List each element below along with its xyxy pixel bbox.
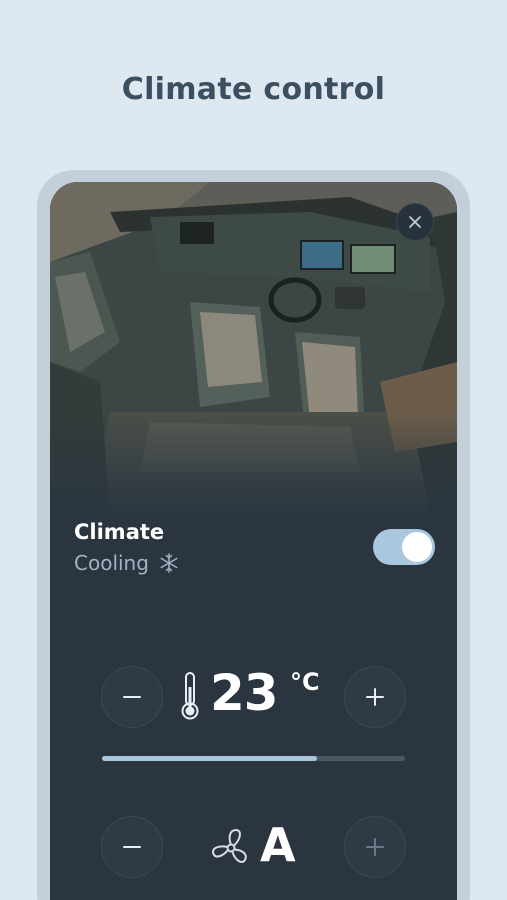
temperature-increase-button[interactable]: [344, 666, 406, 728]
close-button[interactable]: [396, 203, 434, 241]
climate-screen: Climate Cooling 23 °C A: [50, 182, 457, 900]
temperature-slider[interactable]: [102, 756, 405, 761]
thermometer-icon: [181, 672, 199, 720]
fan-icon: [212, 829, 247, 863]
temperature-value: 23: [210, 664, 279, 722]
snowflake-icon: [160, 553, 178, 573]
close-icon: [409, 216, 421, 228]
climate-status-label: Cooling: [74, 551, 149, 575]
plus-icon: [366, 688, 384, 706]
temperature-unit: °C: [290, 668, 320, 696]
fan-mode-value: A: [260, 818, 296, 872]
temperature-slider-fill: [102, 756, 318, 761]
minus-icon: [123, 696, 141, 698]
climate-title: Climate: [74, 520, 165, 544]
climate-toggle[interactable]: [373, 529, 435, 565]
plus-icon: [366, 838, 384, 856]
page-title: Climate control: [121, 72, 386, 107]
fan-decrease-button[interactable]: [101, 816, 163, 878]
climate-status: Cooling: [74, 551, 179, 575]
temperature-decrease-button[interactable]: [101, 666, 163, 728]
hero-gradient: [50, 412, 457, 522]
toggle-knob: [402, 532, 432, 562]
fan-increase-button[interactable]: [344, 816, 406, 878]
minus-icon: [123, 846, 141, 848]
